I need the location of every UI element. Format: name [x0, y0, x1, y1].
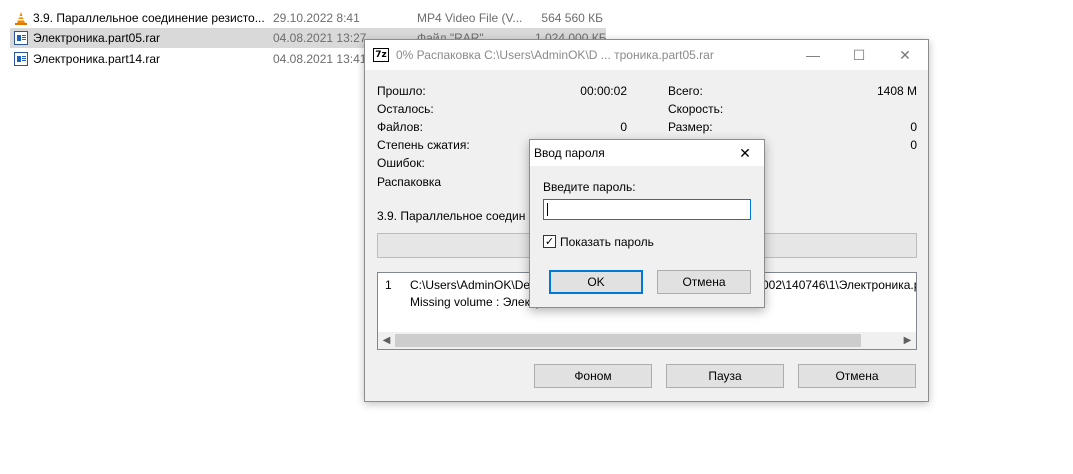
operation-label: Распаковка — [377, 175, 442, 189]
maximize-button[interactable]: ☐ — [836, 40, 882, 70]
password-dialog: Ввод пароля ✕ Введите пароль: ✓ Показать… — [529, 139, 765, 308]
vlc-cone-icon — [15, 12, 27, 25]
show-password-label[interactable]: Показать пароль — [560, 235, 654, 249]
window-title: 0% Распаковка C:\Users\AdminOK\D ... тро… — [396, 48, 714, 62]
files-label: Файлов: — [377, 120, 424, 134]
file-date: 29.10.2022 8:41 — [273, 11, 360, 25]
rar-archive-icon — [14, 31, 28, 45]
show-password-checkbox[interactable]: ✓ — [543, 235, 556, 248]
horizontal-scrollbar[interactable]: ◀ ▶ — [378, 332, 916, 349]
log-row-index: 1 — [385, 278, 392, 292]
file-name: Электроника.part14.rar — [33, 52, 161, 66]
size-label: Размер: — [668, 120, 713, 134]
7zip-app-icon: 7z — [373, 48, 389, 62]
files-value: 0 — [620, 120, 627, 134]
elapsed-value: 00:00:02 — [580, 84, 627, 98]
errors-label: Ошибок: — [377, 156, 425, 170]
pause-button[interactable]: Пауза — [666, 364, 784, 388]
log-row-message: Missing volume : Электро — [410, 295, 549, 309]
background-button[interactable]: Фоном — [534, 364, 652, 388]
cancel-button[interactable]: Отмена — [657, 270, 751, 294]
elapsed-label: Прошло: — [377, 84, 426, 98]
file-row-mp4[interactable]: 3.9. Параллельное соединение резисто... … — [10, 8, 606, 28]
cancel-extraction-button[interactable]: Отмена — [798, 364, 916, 388]
file-date: 04.08.2021 13:41 — [273, 52, 367, 66]
file-size: 564 560 КБ — [541, 11, 603, 25]
remaining-label: Осталось: — [377, 102, 434, 116]
rar-archive-icon — [14, 52, 28, 66]
current-file-name: 3.9. Параллельное соедин — [377, 209, 526, 223]
scroll-left-arrow-icon[interactable]: ◀ — [378, 332, 395, 349]
file-type: MP4 Video File (V... — [417, 11, 523, 25]
compression-ratio-label: Степень сжатия: — [377, 138, 470, 152]
log-row-path: C:\Users\AdminOK\Desk — [410, 278, 543, 292]
close-button[interactable]: ✕ — [882, 40, 928, 70]
speed-label: Скорость: — [668, 102, 724, 116]
dialog-close-icon[interactable]: ✕ — [730, 142, 760, 164]
file-date: 04.08.2021 13:27 — [273, 31, 367, 45]
dialog-title: Ввод пароля — [534, 146, 605, 160]
scrollbar-thumb[interactable] — [395, 334, 861, 347]
password-prompt-label: Введите пароль: — [543, 180, 636, 194]
password-input[interactable] — [543, 199, 751, 220]
packed-size-value: 0 — [910, 138, 917, 152]
minimize-button[interactable]: — — [790, 40, 836, 70]
dialog-titlebar[interactable]: Ввод пароля ✕ — [530, 140, 764, 166]
file-name: 3.9. Параллельное соединение резисто... — [33, 11, 265, 25]
scroll-right-arrow-icon[interactable]: ▶ — [899, 332, 916, 349]
ok-button[interactable]: OK — [549, 270, 643, 294]
window-titlebar[interactable]: 7z 0% Распаковка C:\Users\AdminOK\D ... … — [365, 40, 928, 70]
size-value: 0 — [910, 120, 917, 134]
text-cursor — [547, 203, 548, 216]
file-name: Электроника.part05.rar — [33, 31, 161, 45]
log-row-path-tail: 002\140746\1\Электроника.ра — [762, 278, 917, 292]
total-label: Всего: — [668, 84, 703, 98]
total-value: 1408 M — [876, 84, 917, 98]
